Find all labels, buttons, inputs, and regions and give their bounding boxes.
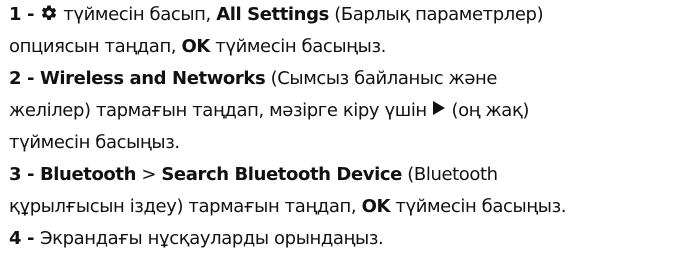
right-arrow-icon xyxy=(432,100,446,116)
step-1-line2-end: түймесін басыңыз. xyxy=(209,36,386,57)
step-2-line3-text: түймесін басыңыз. xyxy=(9,132,180,153)
step-3-number: 3 - xyxy=(9,164,40,185)
step-4-number: 4 - xyxy=(9,228,40,249)
step-2-line2-end: (оң жақ) xyxy=(446,100,530,121)
step-3-ok: OK xyxy=(361,196,391,217)
step-3-strong-1: Bluetooth xyxy=(39,164,137,185)
step-4-line-1: 4 - Экрандағы нұсқауларды орындаңыз. xyxy=(9,227,384,251)
step-2-line-2: желілер) тармағын таңдап, мәзірге кіру ү… xyxy=(9,99,529,123)
step-3-strong-2: Search Bluetooth Device xyxy=(161,164,402,185)
step-2-line-3: түймесін басыңыз. xyxy=(9,131,180,155)
step-2-strong: Wireless and Networks xyxy=(39,68,266,89)
step-1-line-1: 1 - түймесін басып, All Settings (Барлық… xyxy=(9,3,544,27)
step-2-line2-text: желілер) тармағын таңдап, мәзірге кіру ү… xyxy=(9,100,433,121)
step-1-text-b: (Барлық параметрлер) xyxy=(328,4,544,25)
step-1-text-a: түймесін басып, xyxy=(57,4,217,25)
step-1-strong: All Settings xyxy=(216,4,329,25)
step-3-line-1: 3 - Bluetooth > Search Bluetooth Device … xyxy=(9,163,498,187)
step-1-number: 1 - xyxy=(9,4,40,25)
step-3-line-2: құрылғысын іздеу) тармағын таңдап, OK тү… xyxy=(9,195,566,219)
gear-icon xyxy=(40,4,58,22)
step-2-number: 2 - xyxy=(9,68,40,89)
step-2-line-1: 2 - Wireless and Networks (Сымсыз байлан… xyxy=(9,67,497,91)
step-1-line2-text: опциясын таңдап, xyxy=(9,36,182,57)
step-3-line2-text: құрылғысын іздеу) тармағын таңдап, xyxy=(9,196,362,217)
instructions-document: 1 - түймесін басып, All Settings (Барлық… xyxy=(0,0,687,271)
step-1-ok: OK xyxy=(181,36,210,57)
step-3-separator: > xyxy=(136,164,162,185)
step-3-text: (Bluetooth xyxy=(401,164,498,185)
step-4-text: Экрандағы нұсқауларды орындаңыз. xyxy=(39,228,384,249)
step-1-line-2: опциясын таңдап, OK түймесін басыңыз. xyxy=(9,35,386,59)
step-3-line2-end: түймесін басыңыз. xyxy=(390,196,567,217)
step-2-text: (Сымсыз байланыс және xyxy=(265,68,498,89)
